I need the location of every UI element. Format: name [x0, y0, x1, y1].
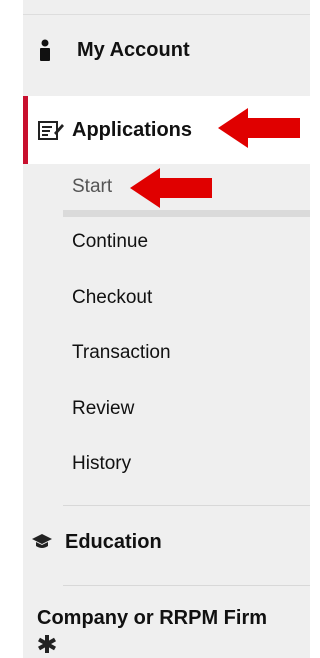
sub-item-checkout[interactable]: Checkout — [72, 284, 152, 312]
top-divider — [23, 14, 310, 15]
sidebar-item-label: Company or RRPM Firm — [37, 607, 268, 629]
sidebar-menu: My Account Applications Start Continue C… — [23, 0, 310, 658]
graduation-cap-icon — [31, 533, 53, 551]
asterisk-icon — [37, 634, 57, 654]
person-icon — [35, 39, 55, 61]
sub-item-continue[interactable]: Continue — [72, 228, 148, 256]
divider — [63, 505, 310, 506]
sidebar-item-label: Applications — [72, 118, 193, 141]
red-arrow-icon — [218, 108, 300, 148]
sidebar-item-label: My Account — [77, 38, 190, 61]
red-arrow-icon — [130, 168, 212, 208]
divider — [63, 585, 310, 586]
sidebar-item-my-account[interactable]: My Account — [23, 30, 310, 70]
sub-item-review[interactable]: Review — [72, 395, 134, 423]
sidebar-item-company[interactable]: Company or RRPM Firm — [23, 604, 310, 658]
sub-item-transaction[interactable]: Transaction — [72, 339, 171, 367]
sub-item-start[interactable]: Start — [72, 173, 112, 201]
sidebar-item-education[interactable]: Education — [23, 522, 310, 562]
sidebar-item-label: Education — [65, 530, 162, 553]
sub-item-history[interactable]: History — [72, 450, 131, 478]
edit-document-icon — [38, 119, 64, 141]
